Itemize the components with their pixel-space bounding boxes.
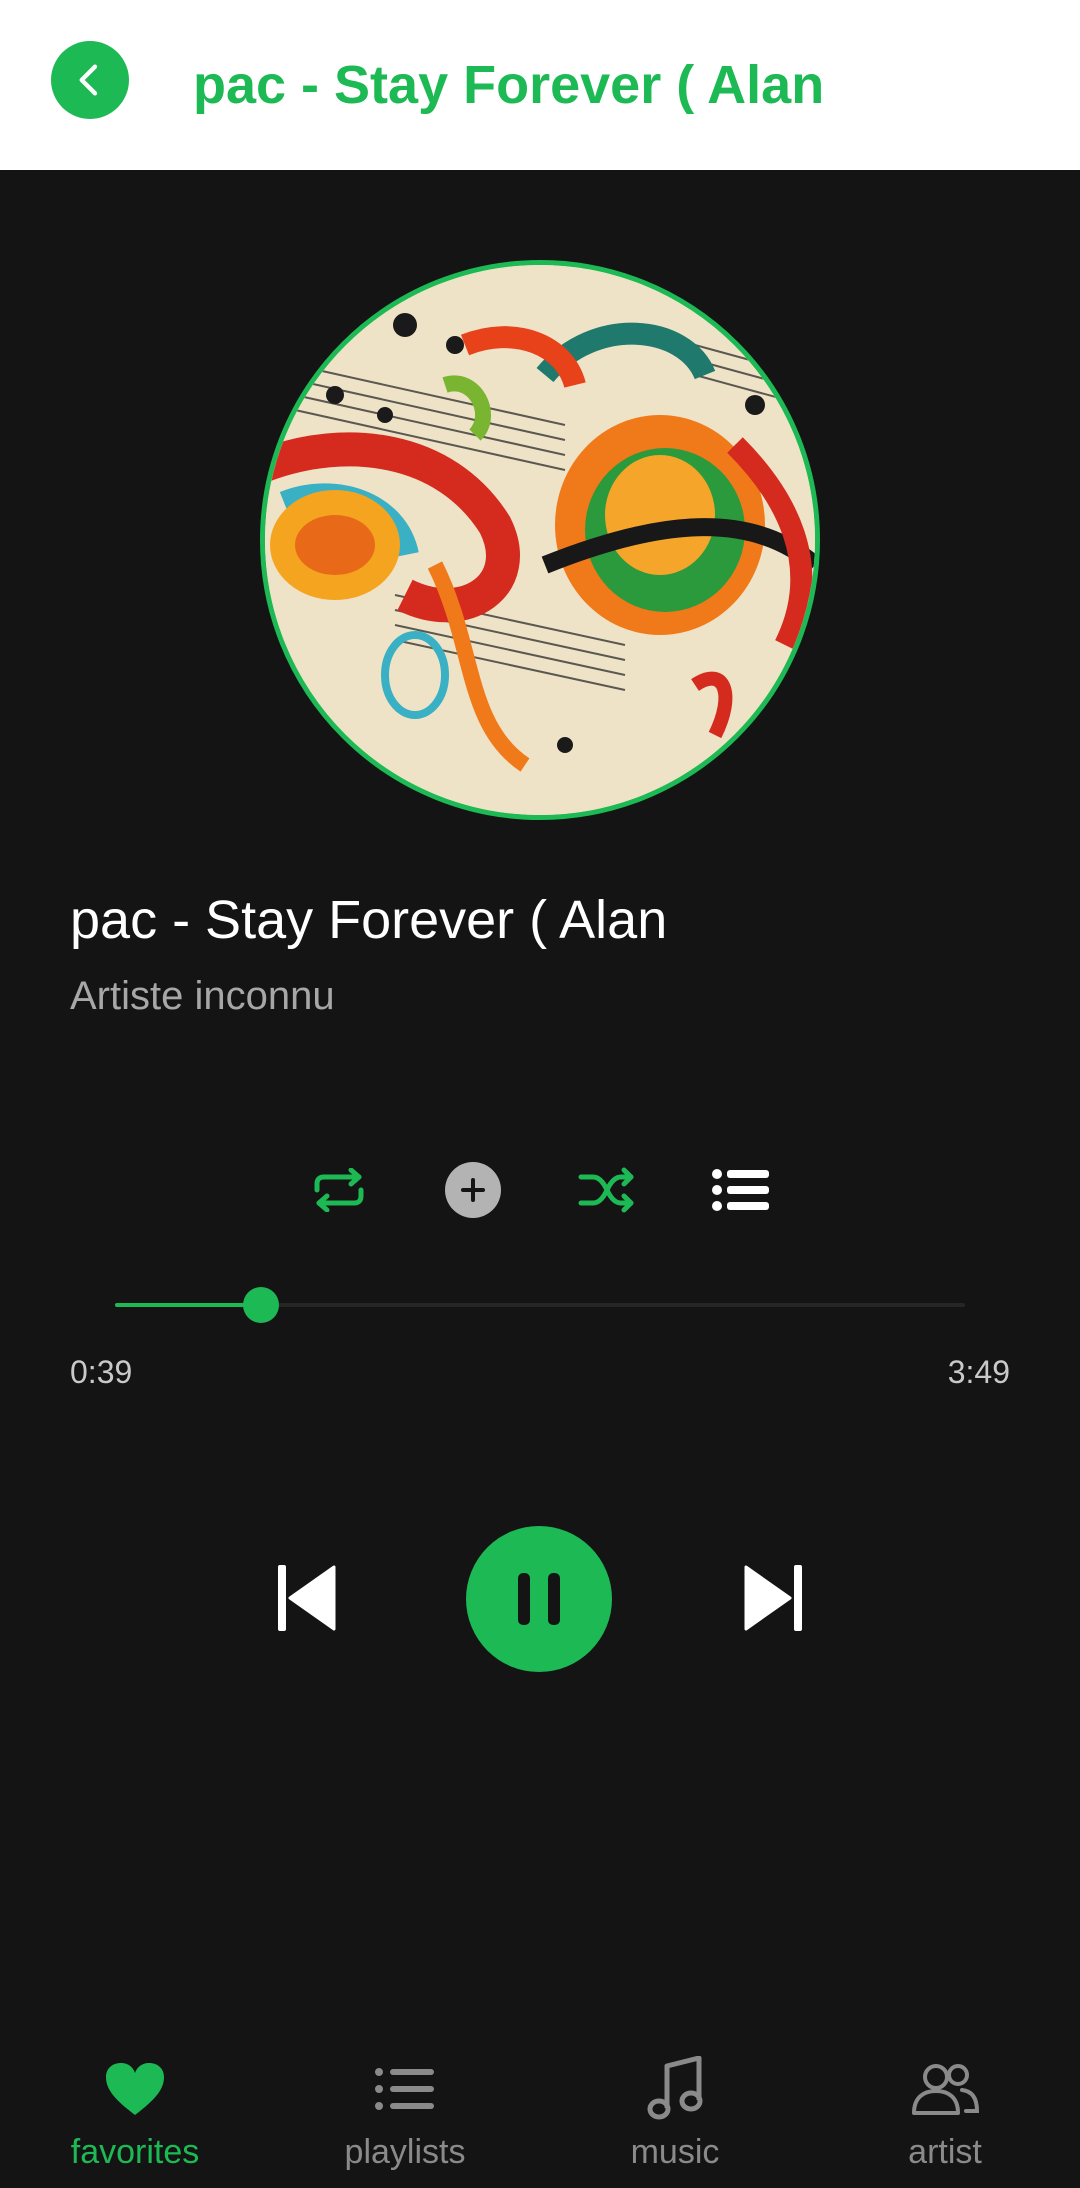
list-icon [365,2054,445,2124]
skip-previous-icon [278,1565,336,1631]
seek-bar-fill [115,1303,262,1307]
back-button[interactable] [51,41,129,119]
top-app-bar: pac - Stay Forever ( Alan [0,0,1080,170]
people-icon [905,2054,985,2124]
next-track-button[interactable] [738,1560,808,1636]
player-screen: pac - Stay Forever ( Alan pac - Stay For… [0,0,1080,2188]
shuffle-button[interactable] [575,1160,639,1220]
queue-list-icon [712,1169,769,1211]
repeat-button[interactable] [307,1160,371,1220]
total-time: 3:49 [947,1354,1010,1390]
elapsed-time: 0:39 [70,1354,133,1390]
seek-bar-thumb[interactable] [243,1287,280,1323]
nav-item-favorites[interactable]: favorites [0,2020,270,2188]
plus-circle-icon [445,1162,501,1218]
queue-button[interactable] [710,1160,772,1220]
nav-item-artist[interactable]: artist [810,2020,1080,2188]
album-art-image [265,265,815,815]
nav-label-playlists: playlists [344,2133,466,2171]
nav-label-music: music [630,2133,720,2171]
add-to-playlist-button[interactable] [443,1160,503,1220]
pause-icon [518,1573,560,1625]
page-title: pac - Stay Forever ( Alan [193,55,825,115]
track-title: pac - Stay Forever ( Alan [70,890,668,950]
nav-label-artist: artist [908,2133,982,2171]
skip-next-icon [744,1565,802,1631]
previous-track-button[interactable] [272,1560,342,1636]
shuffle-icon [578,1167,634,1213]
pause-button[interactable] [466,1526,612,1672]
nav-item-playlists[interactable]: playlists [270,2020,540,2188]
track-artist: Artiste inconnu [70,974,335,1018]
chevron-left-icon [79,64,98,96]
repeat-icon [314,1168,364,1212]
bottom-navigation: favorites playlists music artist [0,2020,1080,2188]
nav-label-favorites: favorites [70,2133,200,2171]
nav-item-music[interactable]: music [540,2020,810,2188]
music-note-icon [635,2054,715,2124]
heart-icon [95,2054,175,2124]
album-art [260,260,820,820]
seek-bar[interactable] [115,1287,965,1323]
